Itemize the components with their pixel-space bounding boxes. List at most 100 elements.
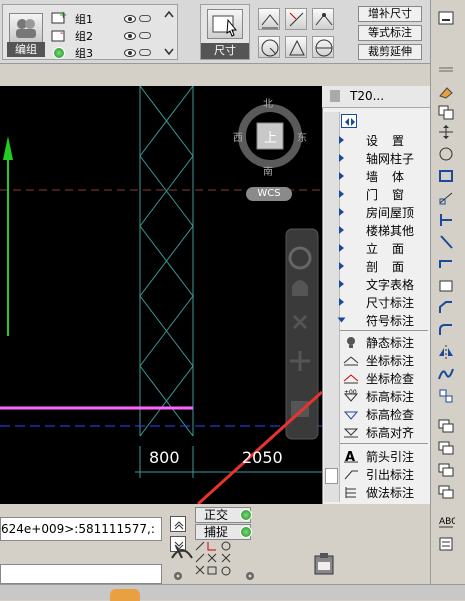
menu-item-section[interactable]: 剖面: [339, 257, 428, 275]
menu-item-wall[interactable]: 墙体: [339, 167, 428, 185]
layer-icon[interactable]: [437, 418, 455, 434]
menu-item-axis[interactable]: 轴网柱子: [339, 149, 428, 167]
menu-label: 轴网柱子: [366, 151, 415, 166]
group-button[interactable]: [9, 13, 43, 43]
sub-item-arrow-note[interactable]: A 箭头引注: [342, 447, 428, 465]
scroll-up-icon[interactable]: [170, 516, 186, 532]
menu-label: 文字表格: [366, 277, 415, 292]
sub-item-coord-check[interactable]: 坐标检查: [342, 369, 428, 387]
layer-delete-icon[interactable]: [437, 484, 455, 500]
group-row[interactable]: 组1: [75, 11, 160, 26]
arc-dim-icon[interactable]: [258, 36, 280, 58]
join-icon[interactable]: [437, 278, 455, 294]
menu-label: 尺寸标注: [366, 295, 415, 310]
eye-icon[interactable]: [124, 14, 136, 23]
expand-arrow-icon: [339, 172, 344, 180]
copy-icon[interactable]: [437, 104, 455, 120]
stretch-icon[interactable]: [437, 190, 455, 206]
group-row[interactable]: 组2: [75, 28, 160, 43]
chamfer-icon[interactable]: [437, 300, 455, 316]
viewcube-face[interactable]: 上: [264, 127, 277, 146]
settings-gear-icon[interactable]: [172, 570, 184, 582]
text-style-icon[interactable]: ABC: [437, 514, 457, 530]
osnap-icons[interactable]: [194, 540, 238, 584]
scale-icon[interactable]: [437, 168, 455, 184]
dim-tool-1-icon[interactable]: [258, 8, 280, 30]
expand-collapse-icon[interactable]: [341, 114, 357, 128]
menu-item-symbol[interactable]: 符号标注: [337, 311, 428, 329]
dim-tool-3-icon[interactable]: [312, 8, 334, 30]
drawing-svg: [0, 86, 322, 504]
group-name: 组2: [75, 29, 93, 43]
link-icon[interactable]: [139, 49, 151, 56]
panel-title-bar: T20...: [322, 86, 430, 108]
expand-arrow-icon: [339, 154, 344, 162]
extend-icon[interactable]: [437, 234, 455, 250]
clipboard-icon[interactable]: [312, 552, 336, 576]
angle-dim-icon[interactable]: [285, 36, 307, 58]
dimension-button[interactable]: [207, 9, 243, 39]
panel-scrollbar[interactable]: [324, 112, 340, 502]
eye-icon[interactable]: [124, 31, 136, 40]
drawing-canvas[interactable]: 北 南 东 西 上 WCS 800 2050: [0, 86, 322, 504]
equation-dimension-button[interactable]: 等式标注: [358, 25, 422, 41]
group-scrollbar[interactable]: [163, 9, 175, 57]
ortho-status-icon[interactable]: [240, 509, 252, 521]
sub-item-coord-label[interactable]: 坐标标注: [342, 351, 428, 369]
panel-grip-icon[interactable]: [330, 90, 340, 102]
trim-icon[interactable]: [437, 212, 455, 228]
compass-south: 南: [263, 167, 273, 178]
minimize-icon[interactable]: [437, 10, 455, 26]
break-icon[interactable]: [437, 256, 455, 272]
sub-item-leader-note[interactable]: 引出标注: [342, 465, 428, 483]
settings-gear-icon[interactable]: [244, 570, 256, 582]
layer-copy-icon[interactable]: [437, 440, 455, 456]
spline-icon[interactable]: [437, 366, 455, 382]
menu-item-settings[interactable]: 设置: [339, 131, 428, 149]
snap-status-icon[interactable]: [240, 526, 252, 538]
sub-item-elevation-align[interactable]: 标高对齐: [342, 423, 428, 441]
menu-item-text-table[interactable]: 文字表格: [339, 275, 428, 293]
svg-text:-: -: [60, 28, 64, 39]
sub-item-static-label[interactable]: 静态标注: [342, 333, 428, 351]
wcs-badge[interactable]: WCS: [246, 187, 292, 201]
properties-icon[interactable]: [437, 536, 455, 552]
group-row[interactable]: 组3: [75, 45, 160, 60]
command-input[interactable]: [0, 564, 162, 584]
rotate-icon[interactable]: [437, 146, 455, 162]
trim-extend-button[interactable]: 裁剪延伸: [358, 44, 422, 60]
menu-item-elevation[interactable]: 立面: [339, 239, 428, 257]
menu-item-stairs[interactable]: 楼梯其他: [339, 221, 428, 239]
elevation-icon: ±00: [343, 389, 359, 402]
erase-icon[interactable]: [437, 84, 455, 100]
sub-item-elevation-label[interactable]: ±00 标高标注: [342, 387, 428, 405]
add-dimension-button[interactable]: 增补尺寸: [358, 6, 422, 22]
scroll-thumb[interactable]: [325, 468, 338, 484]
toolbar-grip-icon[interactable]: [437, 64, 455, 80]
menu-item-room-roof[interactable]: 房间屋顶: [339, 203, 428, 221]
link-icon[interactable]: [139, 15, 151, 22]
sub-label: 做法标注: [366, 485, 415, 500]
remove-from-group-icon[interactable]: -: [50, 27, 68, 43]
array-icon[interactable]: [437, 388, 455, 404]
sub-item-elevation-check[interactable]: 标高检查: [342, 405, 428, 423]
method-note-icon: [345, 487, 356, 498]
sub-label: 坐标标注: [366, 353, 415, 368]
move-icon[interactable]: [437, 124, 455, 140]
eye-icon[interactable]: [124, 48, 136, 57]
bulb-icon: [347, 337, 355, 348]
add-to-group-icon[interactable]: +: [50, 9, 68, 25]
fillet-icon[interactable]: [437, 322, 455, 338]
layer-move-icon[interactable]: [437, 462, 455, 478]
wiper-icon[interactable]: [168, 540, 196, 566]
link-icon[interactable]: [139, 32, 151, 39]
dim-tool-2-icon[interactable]: [285, 8, 307, 30]
dimension-text: 2050: [242, 448, 283, 467]
add-group-icon[interactable]: [53, 47, 65, 59]
mirror-icon[interactable]: [437, 344, 455, 360]
menu-item-dimension[interactable]: 尺寸标注: [339, 293, 428, 311]
sub-item-method-note[interactable]: 做法标注: [342, 483, 428, 501]
menu-item-door-window[interactable]: 门窗: [339, 185, 428, 203]
group-label: 编组: [7, 42, 45, 57]
radius-dim-icon[interactable]: [312, 36, 334, 58]
